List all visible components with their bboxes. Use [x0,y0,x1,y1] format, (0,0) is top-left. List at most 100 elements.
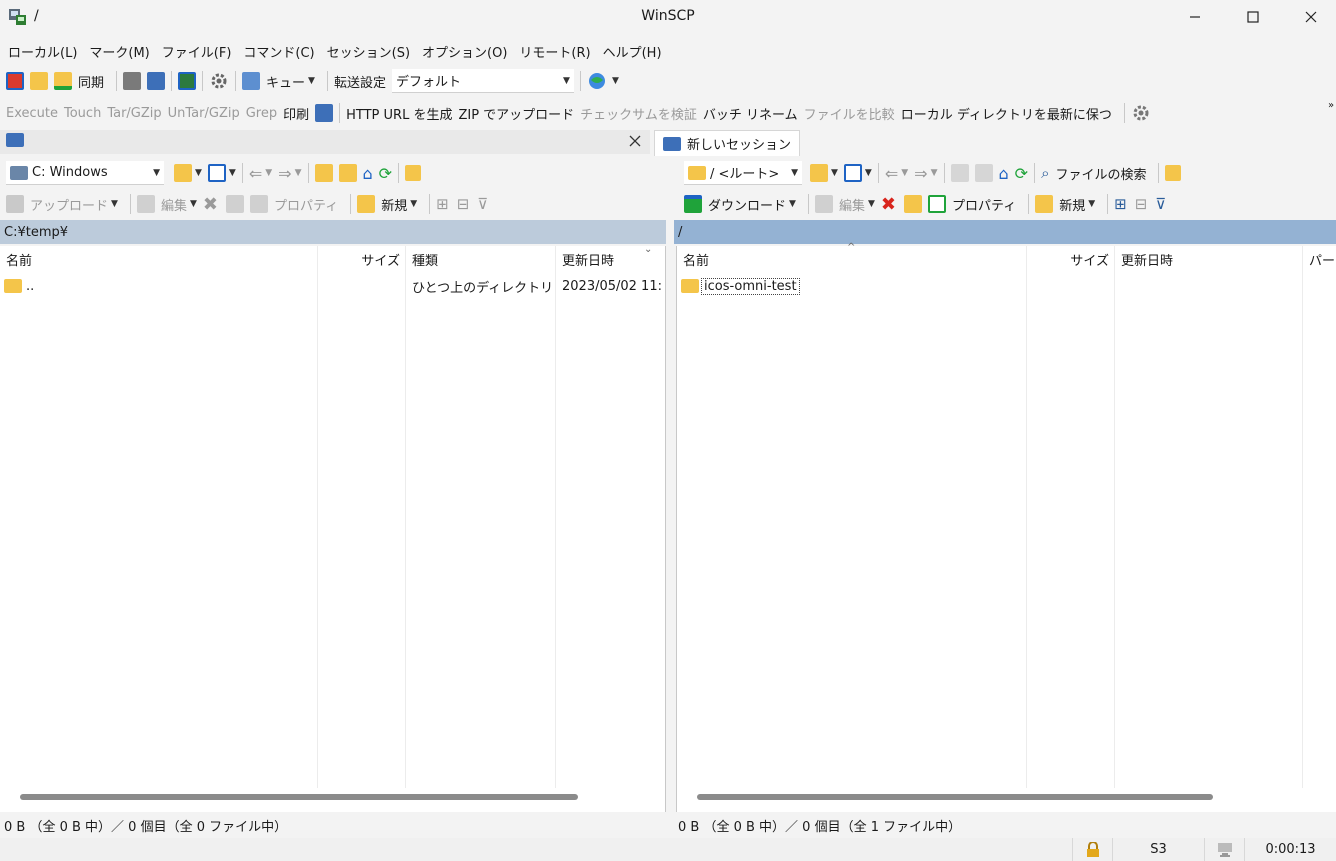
delete-icon[interactable]: ✖ [881,194,896,215]
touch-button[interactable]: Touch [64,106,101,121]
refresh-icon[interactable]: ⟳ [379,164,392,183]
execute-button[interactable]: Execute [6,106,58,121]
select-filter-icon[interactable]: ⊽ [477,195,488,213]
properties-icon[interactable] [249,195,268,213]
root-dir-icon[interactable] [338,164,357,182]
forward-icon[interactable]: ⇒ [914,164,927,183]
rename-icon[interactable] [903,195,922,213]
menu-help[interactable]: ヘルプ(H) [603,42,662,61]
tar-gzip-button[interactable]: Tar/GZip [107,106,161,121]
sync-button[interactable]: 同期 [78,72,104,91]
local-horizontal-scrollbar[interactable] [20,794,578,800]
menu-mark[interactable]: マーク(M) [89,42,149,61]
select-plus-icon[interactable]: ⊞ [436,195,449,213]
menu-command[interactable]: コマンド(C) [243,42,314,61]
root-dir-icon[interactable] [974,164,993,182]
filter-icon[interactable] [843,164,862,182]
menu-options[interactable]: オプション(O) [422,42,507,61]
new-folder-icon[interactable] [1035,195,1054,213]
properties-button[interactable]: プロパティ [274,195,338,214]
local-drive-select[interactable]: C: Windows ▼ [6,161,164,185]
maximize-button[interactable] [1224,0,1282,34]
terminal-icon[interactable] [123,72,142,90]
new-button[interactable]: 新規 ▼ [381,195,417,214]
edit-button[interactable]: 編集 ▼ [161,195,197,214]
filter-icon[interactable] [207,164,226,182]
properties-button[interactable]: プロパティ [952,195,1016,214]
remote-horizontal-scrollbar[interactable] [697,794,1213,800]
zip-upload-button[interactable]: ZIP でアップロード [458,104,574,123]
remote-col-size[interactable]: サイズ [1027,246,1109,272]
select-plus-icon[interactable]: ⊞ [1114,195,1127,213]
generate-http-url-button[interactable]: HTTP URL を生成 [346,104,452,123]
chevron-down-icon[interactable]: ▼ [612,76,619,86]
minimize-button[interactable] [1166,0,1224,34]
edit-button[interactable]: 編集 ▼ [839,195,875,214]
edit-icon[interactable] [136,195,155,213]
computer-icon[interactable] [315,104,334,122]
new-button[interactable]: 新規 ▼ [1059,195,1095,214]
select-minus-icon[interactable]: ⊟ [1135,195,1148,213]
batch-rename-button[interactable]: バッチ リネーム [703,104,798,123]
new-session-tab[interactable]: 新しいセッション [654,130,801,156]
table-row[interactable]: .. ひとつ上のディレクトリ 2023/05/02 11: [4,276,664,296]
lock-icon[interactable] [1072,838,1112,861]
keep-local-up-to-date-button[interactable]: ローカル ディレクトリを最新に保つ [901,104,1112,123]
local-col-type[interactable]: 種類 [412,246,438,272]
queue-button[interactable]: キュー ▼ [266,72,315,91]
local-file-list[interactable]: 名前 サイズ 種類 更新日時 ⌄ .. ひとつ上のディレクトリ 2023/05/… [0,244,666,812]
local-col-modified[interactable]: 更新日時 [562,246,614,272]
back-icon[interactable]: ⇐ [249,164,262,183]
menu-session[interactable]: セッション(S) [327,42,410,61]
tree-icon[interactable] [1165,165,1182,181]
remote-location-select[interactable]: / <ルート> ▼ [684,161,802,185]
untar-gzip-button[interactable]: UnTar/GZip [168,106,240,121]
home-icon[interactable]: ⌂ [999,164,1009,183]
menu-file[interactable]: ファイル(F) [162,42,232,61]
remote-file-list[interactable]: 名前 ^ サイズ 更新日時 パーミ icos-omni-test [676,242,1336,812]
rename-icon[interactable] [225,195,244,213]
home-icon[interactable]: ⌂ [363,164,373,183]
upload-icon[interactable] [6,195,24,213]
forward-icon[interactable]: ⇒ [278,164,291,183]
grep-button[interactable]: Grep [246,106,277,121]
gear-icon[interactable] [1131,103,1151,123]
globe-icon[interactable] [587,71,609,91]
find-files-icon[interactable]: ⌕ [1041,164,1049,182]
open-folder-icon[interactable] [174,164,192,182]
transfer-settings-select[interactable]: デフォルト ▼ [391,69,574,93]
remote-col-name[interactable]: 名前 [683,246,709,272]
delete-icon[interactable]: ✖ [203,194,218,215]
local-col-name[interactable]: 名前 [6,246,32,272]
select-minus-icon[interactable]: ⊟ [457,195,470,213]
menu-local[interactable]: ローカル(L) [8,42,77,61]
close-tab-icon[interactable] [629,135,641,147]
parent-dir-icon[interactable] [950,164,969,182]
close-button[interactable] [1282,0,1336,34]
compare-dirs-icon[interactable] [6,72,24,90]
sync-icon[interactable] [54,72,72,90]
local-col-size[interactable]: サイズ [318,246,400,272]
find-files-button[interactable]: ファイルの検索 [1055,164,1146,183]
sync-browsing-icon[interactable] [30,72,48,90]
download-icon[interactable] [684,195,702,213]
putty-icon[interactable] [147,72,166,90]
queue-icon[interactable] [242,72,261,90]
remote-col-permissions[interactable]: パーミ [1309,246,1336,272]
new-folder-icon[interactable] [357,195,376,213]
menu-remote[interactable]: リモート(R) [519,42,590,61]
table-row[interactable]: icos-omni-test [681,276,800,296]
compare-files-button[interactable]: ファイルを比較 [804,104,895,123]
upload-button[interactable]: アップロード ▼ [30,195,118,214]
tree-icon[interactable] [405,165,422,181]
verify-checksum-button[interactable]: チェックサムを検証 [580,104,697,123]
select-filter-icon[interactable]: ⊽ [1155,195,1166,213]
toolbar-overflow-icon[interactable]: » [1328,100,1334,111]
back-icon[interactable]: ⇐ [885,164,898,183]
parent-dir-icon[interactable] [314,164,333,182]
transfer-icon[interactable] [178,72,197,90]
download-button[interactable]: ダウンロード ▼ [708,195,796,214]
refresh-icon[interactable]: ⟳ [1015,164,1028,183]
gear-icon[interactable] [209,71,229,91]
remote-col-modified[interactable]: 更新日時 [1121,246,1173,272]
